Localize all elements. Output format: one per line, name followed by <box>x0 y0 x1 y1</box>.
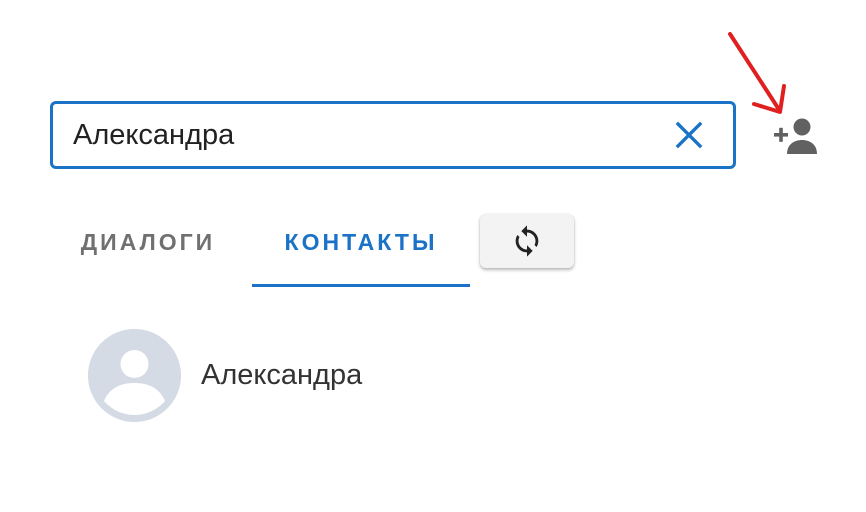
clear-search-button[interactable] <box>669 115 709 155</box>
search-input[interactable] <box>73 115 669 155</box>
person-placeholder-icon <box>88 328 181 422</box>
active-tab-indicator <box>252 284 470 287</box>
avatar <box>88 328 181 422</box>
sync-icon <box>515 225 539 257</box>
close-icon <box>675 121 703 149</box>
refresh-button[interactable] <box>480 214 574 268</box>
search-field[interactable] <box>50 101 736 169</box>
tab-contacts-label: КОНТАКТЫ <box>284 228 438 255</box>
add-contact-button[interactable] <box>770 114 822 158</box>
tab-dialogs[interactable]: ДИАЛОГИ <box>58 210 238 288</box>
contacts-panel: ДИАЛОГИ КОНТАКТЫ Александра <box>0 0 866 512</box>
contact-list-item[interactable]: Александра <box>88 328 688 422</box>
contact-name: Александра <box>201 358 363 391</box>
tab-dialogs-label: ДИАЛОГИ <box>80 228 216 255</box>
person-add-icon <box>774 118 817 154</box>
tab-contacts[interactable]: КОНТАКТЫ <box>252 210 470 288</box>
